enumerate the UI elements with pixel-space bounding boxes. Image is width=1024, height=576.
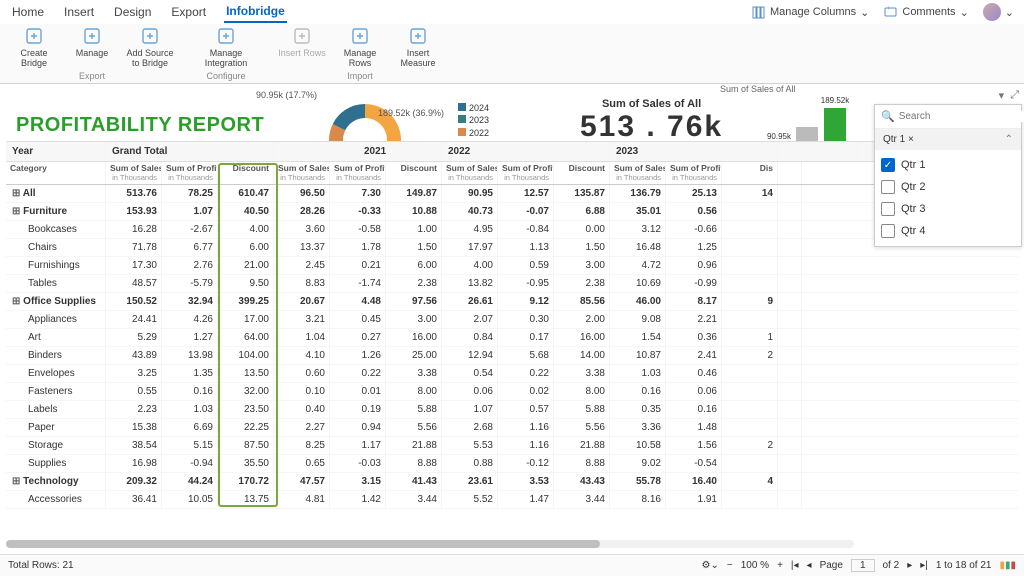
comment-icon: + (883, 5, 898, 20)
filter-panel: ▾ ⤢ 🔍 ▿ ⧉ ⌫ Qtr 1 × ⌃ ✓Qtr 1Qtr 2Qtr 3Qt… (874, 104, 1022, 247)
donut-label-1: 189.52k (36.9%) (378, 108, 444, 118)
table-row[interactable]: Tables48.57-5.799.508.83-1.742.3813.82-0… (6, 275, 1018, 293)
filter-option-qtr-2[interactable]: Qtr 2 (881, 176, 1015, 198)
header-grand-total[interactable]: Grand Total (106, 142, 274, 161)
manage-columns-button[interactable]: Manage Columns ⌄ (751, 5, 869, 20)
chart-toggle-icon[interactable]: ▮▮▮ (999, 560, 1016, 571)
donut-label-4: 90.95k (17.7%) (256, 90, 317, 100)
table-row[interactable]: Labels2.231.0323.500.400.195.881.070.575… (6, 401, 1018, 419)
chevron-down-icon: ⌄ (1005, 6, 1014, 19)
zoom-out[interactable]: − (727, 560, 733, 571)
table-row[interactable]: Envelopes3.251.3513.500.600.223.380.540.… (6, 365, 1018, 383)
kpi-title: Sum of Sales of All (580, 98, 723, 110)
data-grid: Year Grand Total 2021 2022 2023 Category… (6, 141, 1018, 510)
chip-collapse[interactable]: ⌃ (1005, 134, 1013, 145)
status-bar: Total Rows: 21 ⚙⌄ − 100 % + |◂ ◂ Page 1 … (0, 554, 1024, 576)
header-year: Year (6, 142, 106, 161)
ribbon-manage-rows[interactable]: Manage Rows (336, 26, 384, 69)
tab-home[interactable]: Home (10, 2, 46, 22)
tab-bar: Home Insert Design Export Infobridge Man… (0, 0, 1024, 24)
table-row[interactable]: Technology209.3244.24170.7247.573.1541.4… (6, 473, 1018, 491)
table-row[interactable]: Binders43.8913.98104.004.101.2625.0012.9… (6, 347, 1018, 365)
avatar (983, 3, 1001, 21)
table-row[interactable]: Appliances24.414.2617.003.210.453.002.07… (6, 311, 1018, 329)
page-prev[interactable]: ◂ (807, 560, 812, 571)
comments-label: Comments (902, 6, 955, 18)
columns-icon (751, 5, 766, 20)
tab-insert[interactable]: Insert (62, 2, 96, 22)
table-row[interactable]: Supplies16.98-0.9435.500.65-0.038.880.88… (6, 455, 1018, 473)
page-input[interactable]: 1 (851, 559, 875, 572)
chart-legend: 202420232022 (458, 102, 489, 140)
svg-text:+: + (887, 6, 891, 12)
bar-chart-title: Sum of Sales of All (720, 84, 796, 94)
page-of: of 2 (883, 560, 900, 571)
chevron-down-icon: ⌄ (860, 6, 869, 19)
table-row[interactable]: Paper15.386.6922.252.270.945.562.681.165… (6, 419, 1018, 437)
ribbon-add-source-to-bridge[interactable]: Add Source to Bridge (126, 26, 174, 69)
page-label: Page (820, 560, 843, 571)
user-menu[interactable]: ⌄ (983, 3, 1014, 21)
table-row[interactable]: Furnishings17.302.7621.002.450.216.004.0… (6, 257, 1018, 275)
table-row[interactable]: Furniture153.931.0740.5028.26-0.3310.884… (6, 203, 1018, 221)
page-last[interactable]: ▸| (920, 560, 928, 571)
comments-button[interactable]: + Comments ⌄ (883, 5, 968, 20)
chevron-down-icon: ⌄ (960, 6, 969, 19)
table-row[interactable]: Chairs71.786.776.0013.371.781.5017.971.1… (6, 239, 1018, 257)
search-input[interactable] (899, 111, 1024, 122)
kpi-value: 513 . 76k (580, 110, 723, 144)
header-2022[interactable]: 2022 (442, 142, 610, 161)
status-total-rows: Total Rows: 21 (8, 560, 74, 571)
ribbon-manage-integration[interactable]: Manage Integration (202, 26, 250, 69)
kpi-sum-sales: Sum of Sales of All 513 . 76k (580, 98, 723, 144)
search-icon: 🔍 (881, 110, 895, 123)
ribbon-manage[interactable]: Manage (68, 26, 116, 69)
horizontal-scrollbar[interactable] (6, 540, 854, 548)
filter-option-qtr-1[interactable]: ✓Qtr 1 (881, 154, 1015, 176)
ribbon-create-bridge[interactable]: Create Bridge (10, 26, 58, 69)
manage-columns-label: Manage Columns (770, 6, 856, 18)
header-2023[interactable]: 2023 (610, 142, 778, 161)
table-row[interactable]: Art5.291.2764.001.040.2716.000.840.1716.… (6, 329, 1018, 347)
filter-icon[interactable]: ▾ (999, 89, 1005, 102)
settings-icon[interactable]: ⚙⌄ (702, 560, 719, 571)
chip-remove[interactable]: × (908, 134, 914, 145)
expand-icon[interactable]: ⤢ (1010, 89, 1019, 102)
page-next[interactable]: ▸ (907, 560, 912, 571)
zoom-in[interactable]: + (777, 560, 783, 571)
table-row[interactable]: Fasteners0.550.1632.000.100.018.000.060.… (6, 383, 1018, 401)
zoom-value: 100 % (741, 560, 769, 571)
table-row[interactable]: Bookcases16.28-2.674.003.60-0.581.004.95… (6, 221, 1018, 239)
filter-option-qtr-4[interactable]: Qtr 4 (881, 220, 1015, 242)
filter-option-qtr-3[interactable]: Qtr 3 (881, 198, 1015, 220)
table-row[interactable]: Accessories36.4110.0513.754.811.423.445.… (6, 491, 1018, 509)
ribbon-insert-rows: Insert Rows (278, 26, 326, 69)
header-category: Category (6, 162, 106, 185)
tab-infobridge[interactable]: Infobridge (224, 1, 287, 23)
chip-label: Qtr 1 (883, 134, 905, 145)
tab-export[interactable]: Export (169, 2, 208, 22)
tab-design[interactable]: Design (112, 2, 153, 22)
table-row[interactable]: Office Supplies150.5232.94399.2520.674.4… (6, 293, 1018, 311)
row-range: 1 to 18 of 21 (936, 560, 992, 571)
header-2021[interactable]: 2021 (274, 142, 442, 161)
table-row[interactable]: All513.7678.25610.4796.507.30149.8790.95… (6, 185, 1018, 203)
ribbon-insert-measure[interactable]: Insert Measure (394, 26, 442, 69)
table-row[interactable]: Storage38.545.1587.508.251.1721.885.531.… (6, 437, 1018, 455)
page-first[interactable]: |◂ (791, 560, 799, 571)
